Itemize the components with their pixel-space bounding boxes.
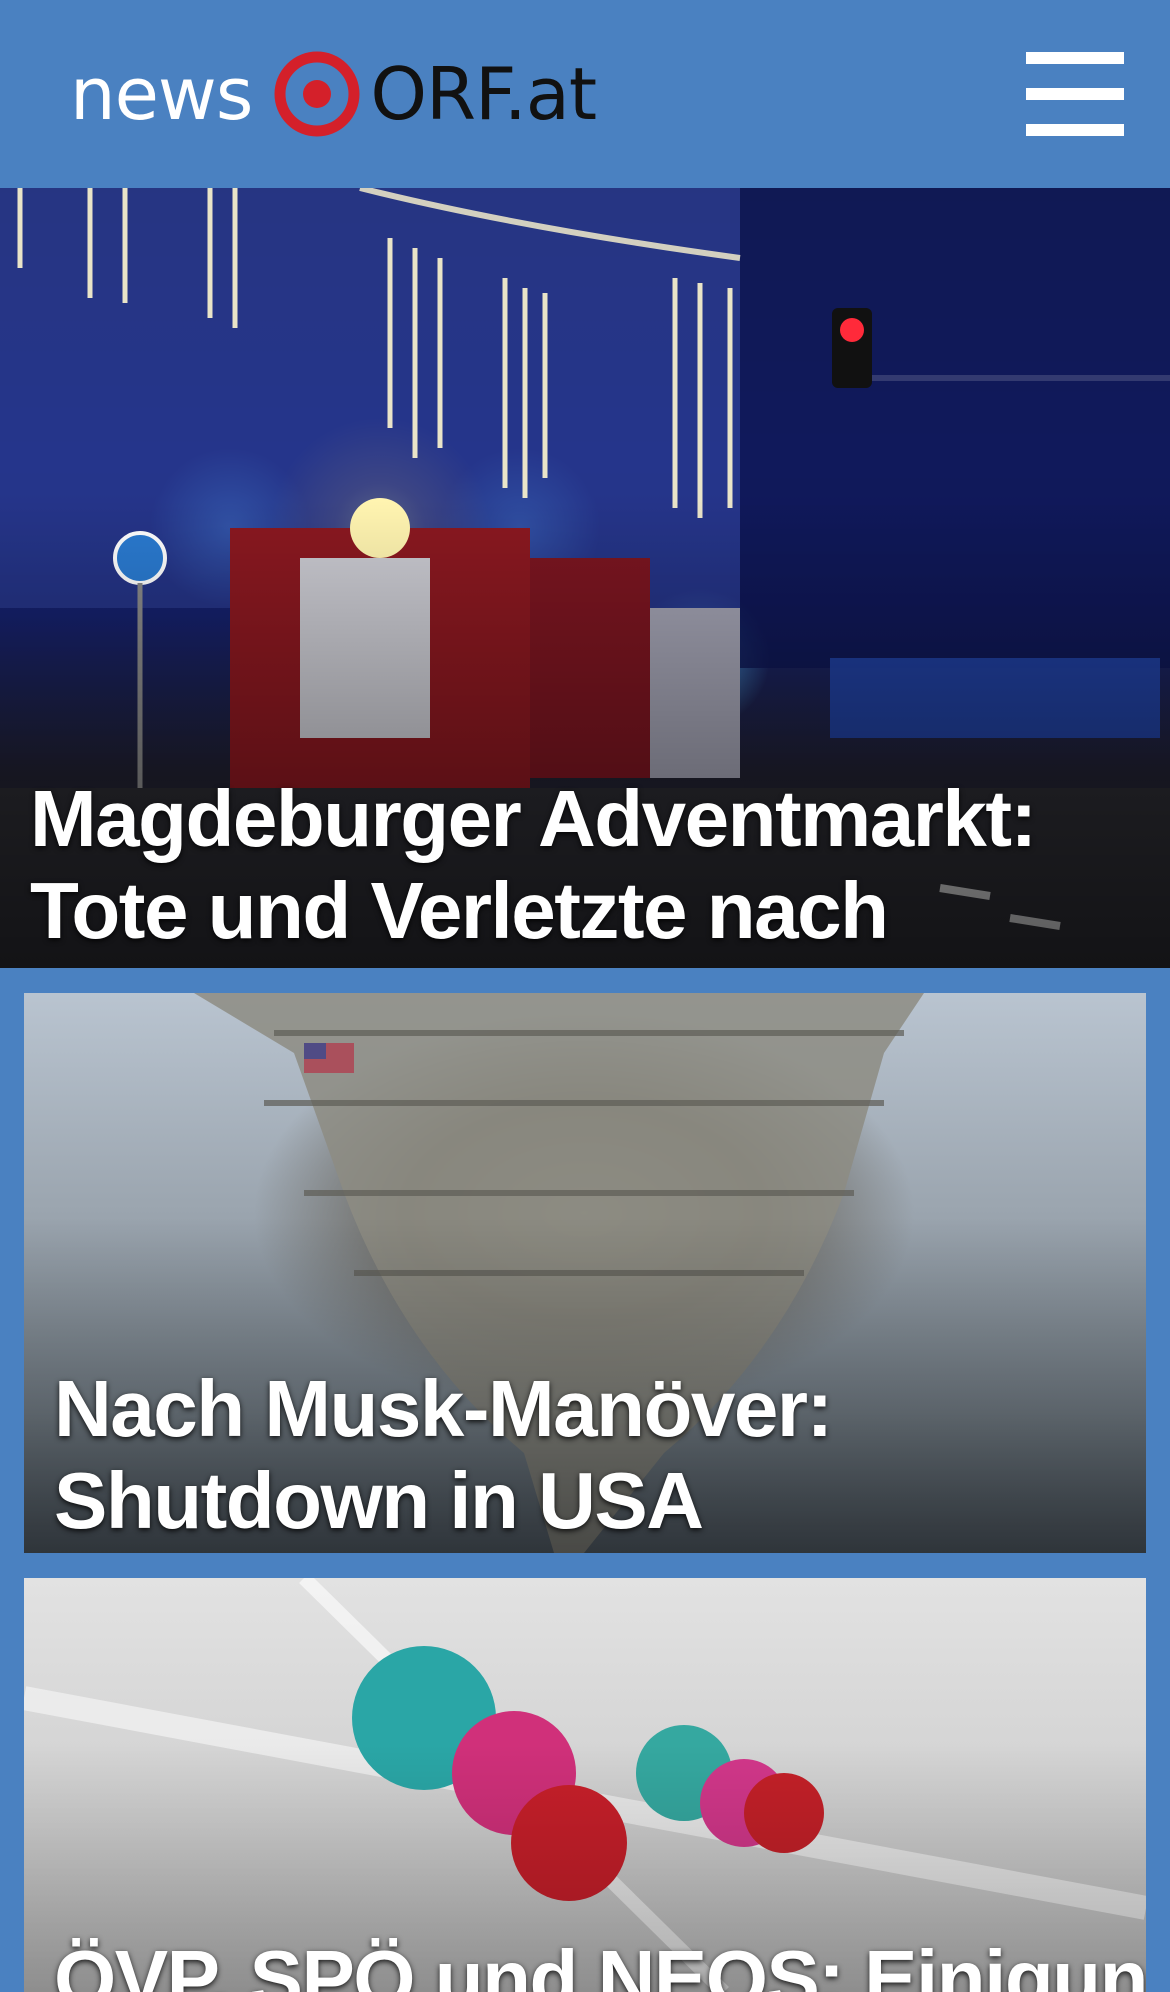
menu-bar bbox=[1026, 88, 1124, 100]
app-header: news ORF.at bbox=[0, 0, 1170, 188]
logo-orf-text: ORF.at bbox=[370, 52, 597, 136]
story-title: ÖVP, SPÖ und NEOS: Einigung über bbox=[54, 1934, 1146, 1992]
news-orf-logo[interactable]: news ORF.at bbox=[70, 50, 597, 138]
orf-eye-logo-icon bbox=[274, 51, 360, 137]
hamburger-menu-icon[interactable] bbox=[1026, 52, 1124, 136]
menu-bar bbox=[1026, 124, 1124, 136]
story-card-coalition[interactable]: ÖVP, SPÖ und NEOS: Einigung über bbox=[24, 1578, 1146, 1992]
story-card-shutdown[interactable]: Nach Musk-Manöver: Shutdown in USA abgew… bbox=[24, 993, 1146, 1553]
story-card-magdeburg[interactable]: Magdeburger Adventmarkt: Tote und Verlet… bbox=[0, 188, 1170, 968]
story-title: Magdeburger Adventmarkt: Tote und Verlet… bbox=[30, 774, 1037, 968]
story-title: Nach Musk-Manöver: Shutdown in USA abgew… bbox=[54, 1364, 833, 1553]
menu-bar bbox=[1026, 52, 1124, 64]
logo-news-text: news bbox=[70, 52, 253, 136]
page: news ORF.at Magdeburger Adventmarkt: Tot… bbox=[0, 0, 1170, 1992]
